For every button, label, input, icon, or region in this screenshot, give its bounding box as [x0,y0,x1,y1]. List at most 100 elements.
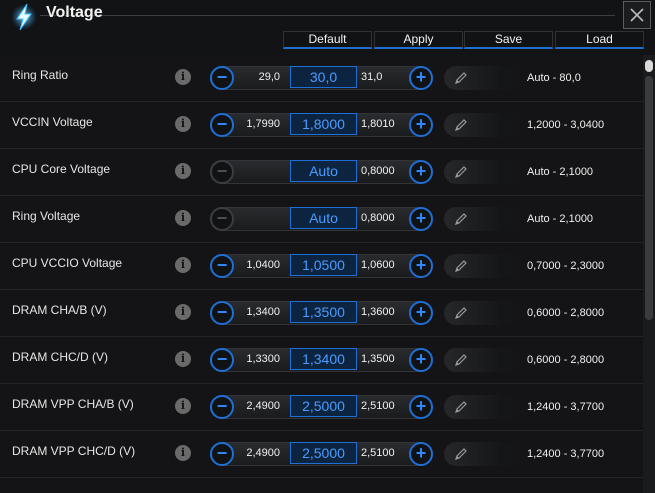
info-icon[interactable]: i [175,257,191,273]
setting-row: CPU VCCIO Voltage i − 1,0400 1,0500 1,06… [0,243,643,290]
current-value[interactable]: 1,0500 [290,254,357,276]
manual-entry-field[interactable] [444,113,526,137]
decrease-button[interactable]: − [210,207,234,231]
decrease-button[interactable]: − [210,301,234,325]
setting-label: CPU VCCIO Voltage [12,256,123,270]
apply-button[interactable]: Apply [374,31,463,49]
info-icon[interactable]: i [175,351,191,367]
manual-entry-field[interactable] [444,301,526,325]
manual-entry-field[interactable] [444,66,526,90]
current-value[interactable]: 30,0 [290,66,357,88]
decrease-button[interactable]: − [210,254,234,278]
current-value[interactable]: 1,8000 [290,113,357,135]
upper-step-value: 0,8000 [361,212,395,224]
info-icon[interactable]: i [175,69,191,85]
increase-button[interactable]: + [409,66,433,90]
upper-step-value: 2,5100 [361,400,395,412]
current-value[interactable]: 2,5000 [290,442,357,464]
manual-entry-field[interactable] [444,442,526,466]
plus-icon: + [415,396,427,416]
setting-label: Ring Ratio [12,68,69,82]
current-value[interactable]: Auto [290,207,357,229]
minus-icon: − [216,208,228,228]
scrollbar-thumb[interactable] [645,76,653,320]
increase-button[interactable]: + [409,442,433,466]
plus-icon: + [415,114,427,134]
manual-entry-field[interactable] [444,348,526,372]
pencil-icon [455,354,467,366]
pencil-icon [455,72,467,84]
upper-step-value: 2,5100 [361,447,395,459]
increase-button[interactable]: + [409,254,433,278]
decrease-button[interactable]: − [210,113,234,137]
setting-label: DRAM VPP CHC/D (V) [12,444,136,458]
manual-entry-field[interactable] [444,254,526,278]
decrease-button[interactable]: − [210,395,234,419]
minus-icon: − [216,349,228,369]
lower-step-value: 1,7990 [246,118,280,130]
setting-row: CPU Core Voltage i − Auto 0,8000 + Auto … [0,149,643,196]
increase-button[interactable]: + [409,348,433,372]
manual-entry-field[interactable] [444,160,526,184]
info-icon[interactable]: i [175,398,191,414]
pencil-icon [455,119,467,131]
manual-entry-field[interactable] [444,395,526,419]
lower-step-value: 1,0400 [246,259,280,271]
lower-step-value: 2,4900 [246,400,280,412]
plus-icon: + [415,443,427,463]
minus-icon: − [216,67,228,87]
scrollbar-up-handle[interactable] [645,60,653,72]
setting-row: DRAM VPP CHC/D (V) i − 2,4900 2,5000 2,5… [0,431,643,478]
info-icon[interactable]: i [175,304,191,320]
value-range: 1,2400 - 3,7700 [527,448,605,460]
value-range: 1,2000 - 3,0400 [527,119,605,131]
minus-icon: − [216,302,228,322]
setting-label: DRAM CHC/D (V) [12,350,108,364]
plus-icon: + [415,349,427,369]
current-value[interactable]: Auto [290,160,357,182]
pencil-icon [455,307,467,319]
save-button[interactable]: Save [464,31,553,49]
lower-step-value: 1,3400 [246,306,280,318]
manual-entry-field[interactable] [444,207,526,231]
decrease-button[interactable]: − [210,442,234,466]
value-range: 0,6000 - 2,8000 [527,354,605,366]
increase-button[interactable]: + [409,207,433,231]
setting-label: CPU Core Voltage [12,162,111,176]
plus-icon: + [415,255,427,275]
pencil-icon [455,260,467,272]
upper-step-value: 1,0600 [361,259,395,271]
value-range: Auto - 2,1000 [527,166,594,178]
pencil-icon [455,166,467,178]
lower-step-value: 1,3300 [246,353,280,365]
close-button[interactable] [623,1,651,29]
increase-button[interactable]: + [409,301,433,325]
increase-button[interactable]: + [409,160,433,184]
close-icon [630,8,644,22]
window-title: Voltage [46,4,103,21]
increase-button[interactable]: + [409,113,433,137]
info-icon[interactable]: i [175,210,191,226]
upper-step-value: 1,3500 [361,353,395,365]
value-range: 0,6000 - 2,8000 [527,307,605,319]
decrease-button[interactable]: − [210,66,234,90]
increase-button[interactable]: + [409,395,433,419]
upper-step-value: 0,8000 [361,165,395,177]
upper-step-value: 1,8010 [361,118,395,130]
decrease-button[interactable]: − [210,160,234,184]
info-icon[interactable]: i [175,163,191,179]
minus-icon: − [216,443,228,463]
decrease-button[interactable]: − [210,348,234,372]
current-value[interactable]: 1,3400 [290,348,357,370]
info-icon[interactable]: i [175,445,191,461]
default-button[interactable]: Default [283,31,372,49]
plus-icon: + [415,302,427,322]
info-icon[interactable]: i [175,116,191,132]
load-button[interactable]: Load [555,31,644,49]
value-range: 1,2400 - 3,7700 [527,401,605,413]
pencil-icon [455,448,467,460]
current-value[interactable]: 2,5000 [290,395,357,417]
current-value[interactable]: 1,3500 [290,301,357,323]
title-bar: Voltage Default Apply Save Load [0,0,655,55]
setting-row: DRAM CHA/B (V) i − 1,3400 1,3500 1,3600 … [0,290,643,337]
